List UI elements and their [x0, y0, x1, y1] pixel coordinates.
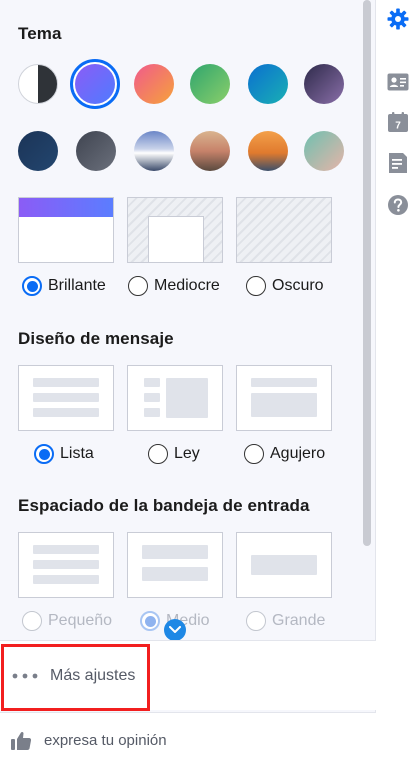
radio-label: Agujero [270, 445, 326, 462]
spacing-preview-medium[interactable] [127, 532, 223, 598]
right-rail: 7 [376, 0, 420, 768]
radio-label: Lista [60, 445, 94, 462]
radio-dot [140, 611, 160, 631]
spacing-large-radio[interactable]: Grande [246, 609, 325, 633]
settings-panel: Tema Brillante Mediocre Oscuro Diseño de… [0, 0, 376, 768]
layout-preview-full[interactable] [236, 365, 332, 431]
layout-preview-list[interactable] [18, 365, 114, 431]
highlight-box [1, 644, 150, 711]
help-icon [388, 195, 408, 215]
feedback-label: expresa tu opinión [44, 732, 167, 749]
settings-scroll-area: Tema Brillante Mediocre Oscuro Diseño de… [0, 0, 376, 640]
theme-preview-dark[interactable] [236, 197, 332, 263]
spacing-preview-large[interactable] [236, 532, 332, 598]
theme-swatch-beach[interactable] [304, 131, 344, 171]
layout-preview-split[interactable] [127, 365, 223, 431]
calendar-icon: 7 [388, 112, 408, 132]
layout-full-radio[interactable]: Agujero [244, 442, 325, 466]
theme-swatch-navy[interactable] [18, 131, 58, 171]
settings-rail-button[interactable] [386, 7, 410, 31]
message-layout-heading: Diseño de mensaje [18, 329, 174, 348]
radio-label: Grande [272, 612, 326, 629]
scroll-down-button[interactable] [164, 619, 186, 640]
theme-swatch-teal-blue[interactable] [248, 64, 288, 104]
layout-split-radio[interactable]: Ley [148, 442, 200, 466]
chevron-down-icon [169, 626, 181, 633]
theme-preview-bright[interactable] [18, 197, 114, 263]
theme-swatch-split-black-white[interactable] [18, 64, 58, 104]
notes-icon [389, 153, 407, 173]
theme-mode-bright-radio[interactable]: Brillante [22, 274, 106, 298]
radio-dot [22, 611, 42, 631]
theme-mode-dark-radio[interactable]: Oscuro [246, 274, 324, 298]
radio-label: Ley [174, 445, 200, 462]
gear-icon [387, 8, 409, 30]
radio-dot [244, 444, 264, 464]
radio-dot [246, 276, 266, 296]
theme-heading: Tema [18, 24, 62, 43]
contacts-rail-button[interactable] [386, 70, 410, 94]
radio-label: Mediocre [154, 277, 220, 294]
theme-swatch-purple-dark[interactable] [304, 64, 344, 104]
layout-list-radio[interactable]: Lista [34, 442, 94, 466]
thumbs-up-icon [11, 731, 32, 750]
theme-swatch-green[interactable] [190, 64, 230, 104]
theme-preview-medium[interactable] [127, 197, 223, 263]
radio-dot [34, 444, 54, 464]
radio-dot [22, 276, 42, 296]
feedback-button[interactable]: expresa tu opinión [0, 712, 376, 768]
theme-swatch-desert-road[interactable] [190, 131, 230, 171]
notes-rail-button[interactable] [386, 151, 410, 175]
theme-swatch-slate[interactable] [76, 131, 116, 171]
contacts-icon [387, 73, 409, 91]
theme-swatch-mountain[interactable] [134, 131, 174, 171]
calendar-day: 7 [395, 121, 401, 132]
theme-swatch-kangaroo-orange[interactable] [248, 131, 288, 171]
inbox-spacing-heading: Espaciado de la bandeja de entrada [18, 496, 310, 515]
spacing-preview-small[interactable] [18, 532, 114, 598]
spacing-small-radio[interactable]: Pequeño [22, 609, 112, 633]
radio-label: Oscuro [272, 277, 324, 294]
radio-label: Pequeño [48, 612, 113, 629]
radio-dot [128, 276, 148, 296]
radio-dot [148, 444, 168, 464]
theme-swatch-violet-blue[interactable] [70, 59, 120, 109]
calendar-rail-button[interactable]: 7 [386, 110, 410, 134]
radio-dot [246, 611, 266, 631]
theme-mode-medium-radio[interactable]: Mediocre [128, 274, 220, 298]
radio-label: Brillante [48, 277, 106, 294]
help-rail-button[interactable] [386, 193, 410, 217]
theme-swatch-orange-pink[interactable] [134, 64, 174, 104]
panel-scrollbar[interactable] [363, 0, 371, 546]
